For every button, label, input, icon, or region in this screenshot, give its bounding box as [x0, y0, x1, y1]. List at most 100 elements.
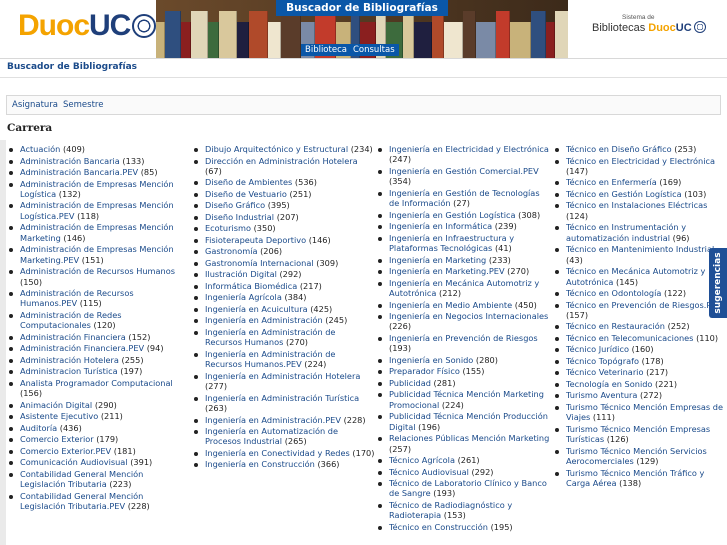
- carrera-link[interactable]: Administración de Empresas Mención Marke…: [20, 222, 174, 242]
- carrera-link[interactable]: Técnico de Laboratorio Clínico y Banco d…: [389, 478, 547, 498]
- carrera-heading: Carrera: [7, 122, 53, 134]
- carrera-count: (217): [299, 280, 322, 291]
- carrera-link[interactable]: Ingeniería en Gestión Comercial.PEV: [389, 166, 539, 176]
- carrera-link[interactable]: Publicidad Técnica Mención Producción Di…: [389, 411, 548, 431]
- carrera-link[interactable]: Técnico en Enfermería: [566, 177, 657, 187]
- section-bar: Buscador de Bibliografías: [0, 59, 727, 78]
- carrera-link[interactable]: Ingeniería en Acuicultura: [205, 304, 308, 314]
- carrera-link[interactable]: Ingeniería en Mecánica Automotriz y Auto…: [389, 278, 539, 298]
- carrera-link[interactable]: Ingeniería en Negocios Internacionales: [389, 311, 548, 321]
- carrera-link[interactable]: Turismo Técnico Mención Empresas Turísti…: [566, 424, 710, 444]
- carrera-link[interactable]: Diseño Gráfico: [205, 200, 265, 210]
- carrera-link[interactable]: Ingeniería en Marketing: [389, 255, 486, 265]
- carrera-link[interactable]: Técnico Topógrafo: [566, 356, 639, 366]
- carrera-link[interactable]: Ingeniería en Informática: [389, 221, 492, 231]
- carrera-link[interactable]: Ingeniería en Electricidad y Electrónica: [389, 144, 549, 154]
- carrera-link[interactable]: Técnico en Construcción: [389, 522, 488, 532]
- carrera-link[interactable]: Auditoría: [20, 423, 57, 433]
- carrera-link[interactable]: Técnico en Instalaciones Eléctricas: [566, 200, 707, 210]
- carrera-link[interactable]: Técnico Agrícola: [389, 455, 455, 465]
- carrera-link[interactable]: Relaciones Públicas Mención Marketing: [389, 433, 549, 443]
- duoc-uc-logo[interactable]: Duoc UC: [18, 8, 157, 44]
- carrera-link[interactable]: Técnico en Restauración: [566, 321, 665, 331]
- carrera-count: (132): [58, 188, 81, 199]
- list-item: Ingeniería en Medio Ambiente (450): [375, 300, 551, 310]
- carrera-link[interactable]: Ingeniería en Administración: [205, 315, 323, 325]
- carrera-link[interactable]: Preparador Físico: [389, 366, 460, 376]
- list-item: Contabilidad General Mención Legislación…: [6, 469, 190, 490]
- carrera-link[interactable]: Ingeniería en Administración de Recursos…: [205, 327, 335, 347]
- carrera-link[interactable]: Gastronomía: [205, 246, 258, 256]
- carrera-link[interactable]: Contabilidad General Mención Legislación…: [20, 491, 143, 511]
- carrera-link[interactable]: Ingeniería en Automatización de Procesos…: [205, 426, 338, 446]
- carrera-link[interactable]: Ingeniería en Gestión Logística: [389, 210, 516, 220]
- carrera-link[interactable]: Ingeniería en Sonido: [389, 355, 473, 365]
- carrera-link[interactable]: Técnico en Diseño Gráfico: [566, 144, 672, 154]
- carrera-link[interactable]: Dibujo Arquitectónico y Estructural: [205, 144, 348, 154]
- carrera-link[interactable]: Asistente Ejecutivo: [20, 411, 98, 421]
- carrera-link[interactable]: Técnico Jurídico: [566, 344, 629, 354]
- carrera-link[interactable]: Ingeniería en Prevención de Riesgos: [389, 333, 538, 343]
- nav-link-biblioteca[interactable]: Biblioteca: [305, 44, 347, 56]
- carrera-count: (395): [267, 200, 290, 211]
- book-spine: [268, 22, 281, 58]
- carrera-link[interactable]: Animación Digital: [20, 400, 92, 410]
- carrera-link[interactable]: Publicidad Técnica Mención Marketing Pro…: [389, 389, 544, 409]
- carrera-link[interactable]: Técnico Audiovisual: [389, 467, 469, 477]
- carrera-link[interactable]: Informática Biomédica: [205, 281, 297, 291]
- carrera-link[interactable]: Administración Bancaria.PEV: [20, 167, 138, 177]
- carrera-link[interactable]: Administración de Empresas Mención Logís…: [20, 179, 174, 199]
- carrera-link[interactable]: Diseño Industrial: [205, 212, 274, 222]
- carrera-link[interactable]: Administración de Recursos Humanos.PEV: [20, 288, 134, 308]
- page-title[interactable]: Buscador de Bibliografías: [7, 62, 137, 72]
- carrera-link[interactable]: Administración Hotelera: [20, 355, 119, 365]
- carrera-link[interactable]: Publicidad: [389, 378, 431, 388]
- carrera-link[interactable]: Ecoturismo: [205, 223, 251, 233]
- list-item: Relaciones Públicas Mención Marketing (2…: [375, 433, 551, 454]
- carrera-link[interactable]: Comunicación Audiovisual: [20, 457, 128, 467]
- carrera-link[interactable]: Ingeniería en Conectividad y Redes: [205, 448, 350, 458]
- carrera-link[interactable]: Técnico en Instrumentación y automatizac…: [566, 222, 686, 242]
- carrera-link[interactable]: Técnico en Mantenimiento Industrial: [566, 244, 714, 254]
- carrera-link[interactable]: Técnico en Odontología: [566, 288, 661, 298]
- carrera-link[interactable]: Técnico Veterinario: [566, 367, 643, 377]
- carrera-link[interactable]: Analista Programador Computacional: [20, 378, 173, 388]
- carrera-link[interactable]: Técnico en Telecomunicaciones: [566, 333, 693, 343]
- carrera-link[interactable]: Comercio Exterior: [20, 434, 94, 444]
- list-item: Publicidad Técnica Mención Marketing Pro…: [375, 389, 551, 410]
- carrera-link[interactable]: Fisioterapeuta Deportivo: [205, 235, 306, 245]
- carrera-link[interactable]: Gastronomía Internacional: [205, 258, 314, 268]
- sistema-bibliotecas-logo[interactable]: Sistema de Bibliotecas DuocUC: [592, 14, 722, 35]
- carrera-link[interactable]: Administracion Turística: [20, 366, 118, 376]
- sugerencias-tab[interactable]: sugerencias: [709, 248, 727, 318]
- nav-link-consultas[interactable]: Consultas: [353, 44, 395, 56]
- carrera-link[interactable]: Ingeniería en Marketing.PEV: [389, 266, 505, 276]
- carrera-link[interactable]: Técnico en Prevención de Riesgos.PEV: [566, 300, 722, 310]
- carrera-link[interactable]: Ingeniería en Administración Hotelera: [205, 371, 360, 381]
- carrera-link[interactable]: Turismo Aventura: [566, 390, 637, 400]
- carrera-link[interactable]: Ingeniería en Administración.PEV: [205, 415, 341, 425]
- carrera-link[interactable]: Técnico en Gestión Logística: [566, 189, 682, 199]
- carrera-link[interactable]: Técnico en Electricidad y Electrónica: [566, 156, 715, 166]
- carrera-link[interactable]: Ilustración Digital: [205, 269, 277, 279]
- tab-asignatura[interactable]: Asignatura: [12, 100, 58, 110]
- carrera-link[interactable]: Administración Financiera.PEV: [20, 343, 144, 353]
- carrera-count: (181): [113, 445, 136, 456]
- carrera-link[interactable]: Administración de Recursos Humanos: [20, 266, 175, 276]
- list-item: Técnico en Instrumentación y automatizac…: [552, 222, 727, 243]
- carrera-link[interactable]: Ingeniería en Administración Turística: [205, 393, 359, 403]
- carrera-link[interactable]: Diseño de Ambientes: [205, 177, 292, 187]
- tab-semestre[interactable]: Semestre: [63, 100, 103, 110]
- carrera-link[interactable]: Ingeniería Agrícola: [205, 292, 282, 302]
- carrera-link[interactable]: Actuación: [20, 144, 60, 154]
- banner-nav: Biblioteca Consultas: [301, 44, 399, 56]
- carrera-link[interactable]: Administración Financiera: [20, 332, 126, 342]
- carrera-link[interactable]: Dirección en Administración Hotelera: [205, 156, 358, 166]
- carrera-link[interactable]: Turismo Técnico Mención Empresas de Viaj…: [566, 402, 723, 422]
- carrera-link[interactable]: Administración Bancaria: [20, 156, 120, 166]
- carrera-link[interactable]: Ingeniería en Construcción: [205, 459, 315, 469]
- carrera-link[interactable]: Comercio Exterior.PEV: [20, 446, 111, 456]
- carrera-link[interactable]: Ingeniería en Medio Ambiente: [389, 300, 512, 310]
- carrera-link[interactable]: Diseño de Vestuario: [205, 189, 287, 199]
- carrera-link[interactable]: Tecnología en Sonido: [566, 379, 652, 389]
